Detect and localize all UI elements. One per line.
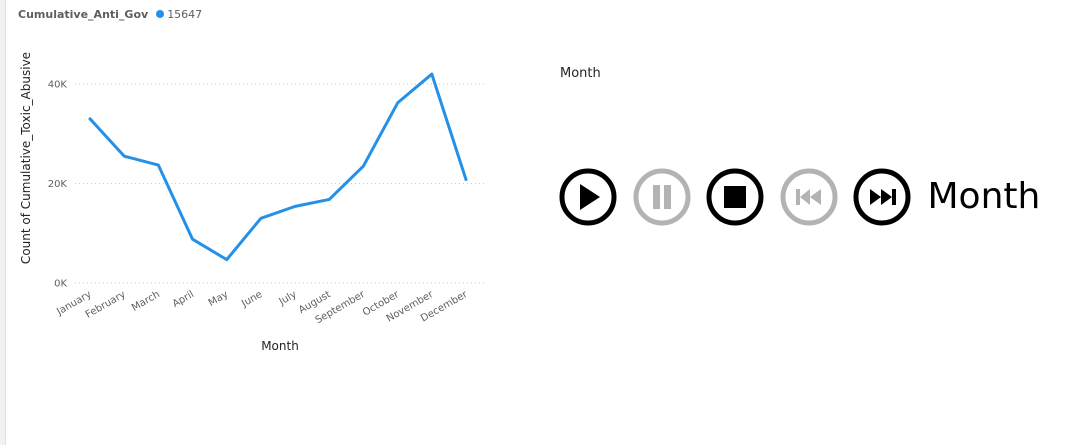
play-icon [559, 168, 617, 226]
pause-button[interactable] [632, 167, 692, 227]
x-tick-label: July [277, 289, 299, 308]
play-axis-current-label: Month [927, 176, 1041, 217]
data-point [464, 178, 468, 182]
data-point [361, 164, 365, 168]
previous-button[interactable] [779, 167, 839, 227]
data-point [88, 117, 92, 121]
y-tick-label: 0K [54, 279, 67, 290]
series-line [88, 72, 468, 262]
data-point [396, 101, 400, 105]
stop-icon [706, 168, 764, 226]
next-icon [853, 168, 911, 226]
data-point [191, 237, 195, 241]
play-axis-controls: Month [558, 166, 1040, 228]
data-point [259, 216, 263, 220]
previous-icon [780, 168, 837, 226]
stop-button[interactable] [705, 167, 765, 227]
next-button[interactable] [852, 167, 912, 227]
pause-icon [633, 168, 690, 226]
play-axis-title: Month [560, 66, 601, 81]
x-tick-label: March [130, 289, 162, 314]
data-point [156, 163, 160, 167]
y-tick-label: 20K [48, 179, 68, 190]
x-tick-label: April [171, 289, 196, 310]
x-axis-title: Month [261, 339, 299, 353]
data-point [430, 72, 434, 76]
x-tick-label: June [239, 289, 264, 310]
line-chart: 0K20K40KJanuaryFebruary March April May June… [19, 52, 484, 353]
y-tick-label: 40K [48, 80, 68, 91]
y-axis-title: Count of Cumulative_Toxic_Abusive [19, 52, 33, 264]
data-point [293, 204, 297, 208]
data-point [327, 197, 331, 201]
data-point [225, 258, 229, 262]
x-tick-label: May [207, 289, 230, 309]
data-point [122, 154, 126, 158]
play-button[interactable] [558, 167, 618, 227]
